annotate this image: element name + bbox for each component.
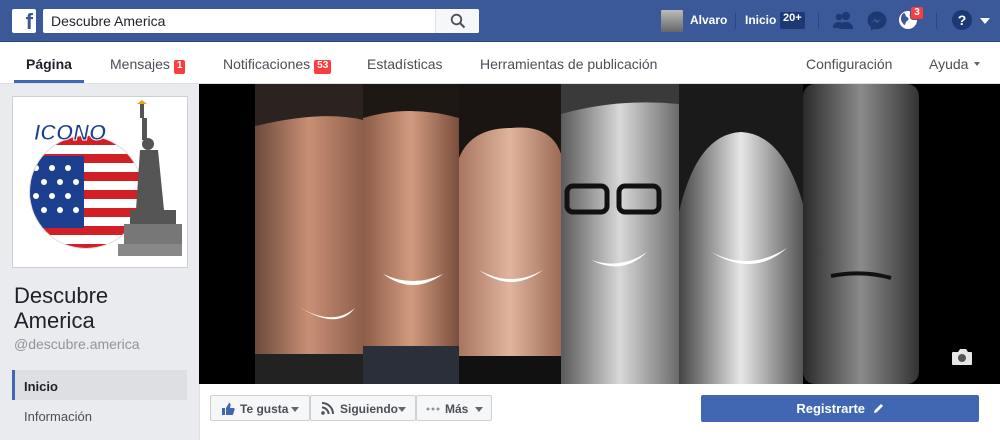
user-name-link[interactable]: Alvaro xyxy=(690,13,727,27)
search-input[interactable] xyxy=(43,9,433,33)
page-actions-bar: Te gusta Siguiendo Más Registrarte xyxy=(199,384,1000,440)
tab-label: Página xyxy=(26,56,72,72)
follow-label: Siguiendo xyxy=(340,402,398,416)
left-nav-item-inicio[interactable]: Inicio xyxy=(24,379,58,394)
search-button[interactable] xyxy=(435,9,479,33)
tab-estadisticas[interactable]: Estadísticas xyxy=(367,56,442,72)
flag-statue-logo-image: ICONO xyxy=(29,100,182,256)
account-menu-chevron-down-icon[interactable] xyxy=(980,18,990,24)
help-question-icon[interactable]: ? xyxy=(951,9,973,31)
tab-label: Ayuda xyxy=(929,56,969,72)
facebook-logo-icon[interactable]: f xyxy=(12,9,36,34)
page-navigation: Página Mensajes 1 Notificaciones 53 Estadí… xyxy=(0,42,1000,84)
tab-label: Notificaciones xyxy=(223,56,311,72)
page-profile-picture[interactable]: ICONO xyxy=(12,96,188,268)
friend-requests-icon[interactable] xyxy=(832,10,854,30)
tab-pagina[interactable]: Página xyxy=(26,56,72,72)
divider xyxy=(818,13,819,29)
notifications-count-badge: 3 xyxy=(910,6,924,20)
divider xyxy=(735,13,736,29)
rss-follow-icon xyxy=(321,402,334,415)
svg-text:?: ? xyxy=(958,12,967,28)
thumbs-up-icon xyxy=(222,403,235,416)
register-button[interactable]: Registrarte xyxy=(701,395,979,422)
camera-icon[interactable] xyxy=(951,348,973,366)
active-tab-indicator xyxy=(14,80,84,83)
messages-count-badge: 1 xyxy=(173,60,186,74)
register-label: Registrarte xyxy=(796,401,865,416)
tab-configuracion[interactable]: Configuración xyxy=(806,56,892,72)
messenger-icon[interactable] xyxy=(866,10,888,32)
cover-photo-faces-image xyxy=(199,84,1000,384)
search-icon xyxy=(450,13,466,29)
chevron-down-icon xyxy=(974,62,981,66)
notifications-tab-badge: 53 xyxy=(314,60,332,74)
chevron-down-icon xyxy=(291,407,299,412)
search-box xyxy=(43,9,479,33)
tab-mensajes[interactable]: Mensajes 1 xyxy=(110,56,186,74)
chevron-down-icon xyxy=(398,407,406,412)
top-navigation-bar: f Alvaro Inicio 20+ 3 ? xyxy=(0,0,1000,42)
profile-logo: ICONO xyxy=(16,100,184,264)
more-label: Más xyxy=(445,402,469,416)
home-count-badge: 20+ xyxy=(780,12,805,29)
tab-ayuda[interactable]: Ayuda xyxy=(929,56,981,72)
user-avatar[interactable] xyxy=(661,10,683,32)
tab-label: Estadísticas xyxy=(367,56,443,72)
like-button[interactable]: Te gusta xyxy=(210,395,310,421)
tab-herramientas-de-publicacion[interactable]: Herramientas de publicación xyxy=(480,56,657,72)
tab-label: Configuración xyxy=(806,56,893,72)
more-button[interactable]: Más xyxy=(416,395,492,421)
page-username[interactable]: @descubre.america xyxy=(14,336,140,352)
tab-notificaciones[interactable]: Notificaciones 53 xyxy=(223,56,332,74)
logo-text: ICONO xyxy=(34,120,106,145)
follow-button[interactable]: Siguiendo xyxy=(310,395,416,421)
like-label: Te gusta xyxy=(240,402,289,416)
left-nav-item-informacion[interactable]: Información xyxy=(24,409,92,424)
divider xyxy=(936,13,937,29)
page-name[interactable]: Descubre America xyxy=(14,283,189,333)
chevron-down-icon xyxy=(475,407,483,412)
home-link[interactable]: Inicio xyxy=(745,13,776,27)
more-dots-icon xyxy=(426,407,440,411)
tab-label: Herramientas de publicación xyxy=(480,56,658,72)
pencil-icon xyxy=(873,404,883,413)
tab-label: Mensajes xyxy=(110,56,170,72)
cover-photo[interactable] xyxy=(199,84,1000,384)
